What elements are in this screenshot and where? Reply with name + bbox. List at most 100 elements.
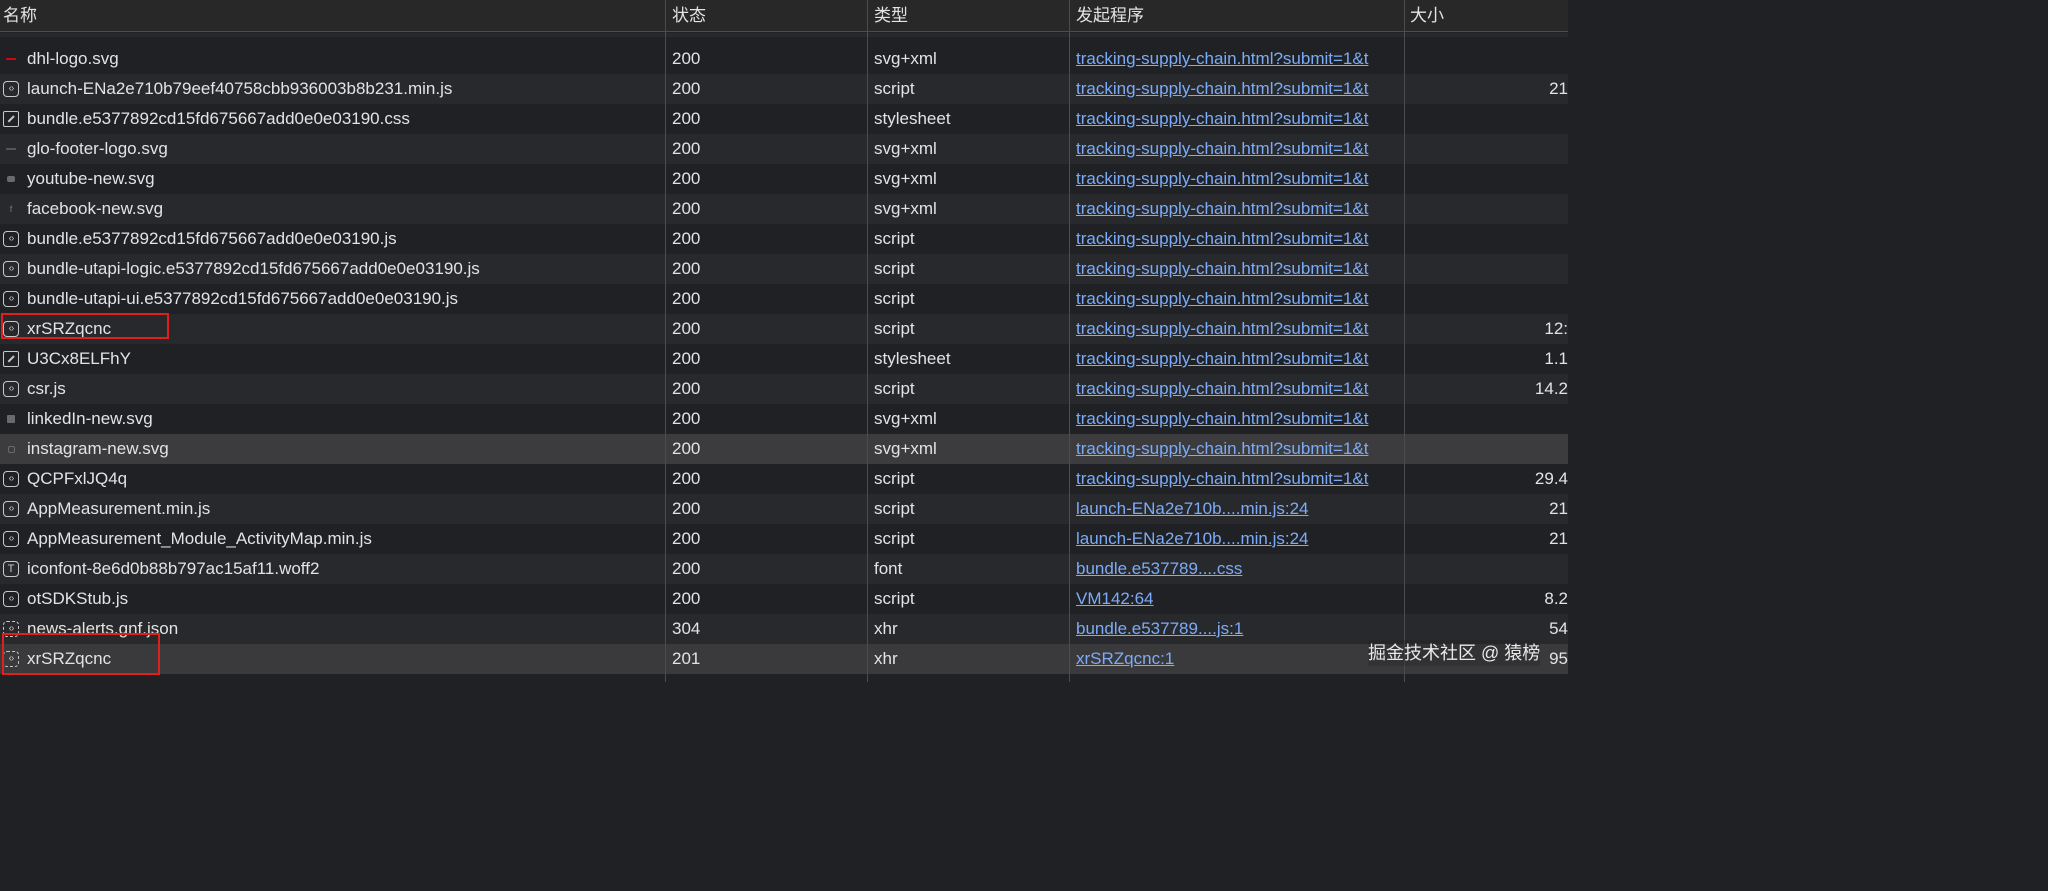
request-status: 304: [672, 619, 701, 638]
request-initiator-link[interactable]: launch-ENa2e710b....min.js:24: [1076, 529, 1308, 548]
request-size: 95: [1549, 649, 1568, 668]
request-initiator-link[interactable]: tracking-supply-chain.html?submit=1&t: [1076, 439, 1368, 458]
column-divider[interactable]: [1069, 0, 1070, 682]
request-status: 200: [672, 589, 701, 608]
request-initiator-link[interactable]: bundle.e537789....js:1: [1076, 619, 1243, 638]
partial-row-above: [0, 33, 1568, 37]
request-type: script: [874, 379, 915, 398]
request-initiator-link[interactable]: tracking-supply-chain.html?submit=1&t: [1076, 409, 1368, 428]
column-divider[interactable]: [1404, 0, 1405, 682]
request-type: xhr: [874, 619, 898, 638]
table-row[interactable]: xrSRZqcnc 200 script tracking-supply-chain.…: [0, 314, 1568, 344]
request-status: 200: [672, 229, 701, 248]
request-initiator-link[interactable]: tracking-supply-chain.html?submit=1&t: [1076, 379, 1368, 398]
request-initiator-link[interactable]: bundle.e537789....css: [1076, 559, 1242, 578]
request-type: script: [874, 259, 915, 278]
table-row[interactable]: facebook-new.svg 200 svg+xml tracking-suppl…: [0, 194, 1568, 224]
table-row[interactable]: youtube-new.svg 200 svg+xml tracking-supply…: [0, 164, 1568, 194]
request-initiator-link[interactable]: xrSRZqcnc:1: [1076, 649, 1174, 668]
table-row[interactable]: U3Cx8ELFhY 200 stylesheet tracking-supply-c…: [0, 344, 1568, 374]
request-name: youtube-new.svg: [27, 169, 155, 188]
request-name: otSDKStub.js: [27, 589, 129, 608]
table-row[interactable]: bundle-utapi-logic.e5377892cd15fd675667a…: [0, 254, 1568, 284]
table-row[interactable]: linkedIn-new.svg 200 svg+xml tracking-suppl…: [0, 404, 1568, 434]
request-initiator-link[interactable]: tracking-supply-chain.html?submit=1&t: [1076, 349, 1368, 368]
request-initiator-link[interactable]: VM142:64: [1076, 589, 1154, 608]
column-header-initiator[interactable]: 发起程序: [1073, 0, 1144, 32]
request-initiator-link[interactable]: tracking-supply-chain.html?submit=1&t: [1076, 199, 1368, 218]
request-status: 200: [672, 349, 701, 368]
table-row[interactable]: news-alerts.gnf.json 304 xhr bundle.e537789…: [0, 614, 1568, 644]
request-status: 200: [672, 409, 701, 428]
request-name: bundle-utapi-logic.e5377892cd15fd675667a…: [27, 259, 480, 278]
column-header-type[interactable]: 类型: [871, 0, 908, 32]
request-initiator-link[interactable]: tracking-supply-chain.html?submit=1&t: [1076, 469, 1368, 488]
request-initiator-link[interactable]: tracking-supply-chain.html?submit=1&t: [1076, 139, 1368, 158]
request-name: AppMeasurement_Module_ActivityMap.min.js: [27, 529, 372, 548]
table-row[interactable]: instagram-new.svg 200 svg+xml tracking-supp…: [0, 434, 1568, 464]
request-type: font: [874, 559, 903, 578]
table-row[interactable]: xrSRZqcnc 201 xhr xrSRZqcnc:1 95: [0, 644, 1568, 674]
column-header-name[interactable]: 名称: [0, 0, 37, 32]
request-type: stylesheet: [874, 349, 951, 368]
network-table-header: 名称 状态 类型 发起程序 大小: [0, 0, 1568, 32]
request-type: script: [874, 589, 915, 608]
table-row[interactable]: launch-ENa2e710b79eef40758cbb936003b8b23…: [0, 74, 1568, 104]
column-header-status[interactable]: 状态: [669, 0, 706, 32]
table-row[interactable]: bundle.e5377892cd15fd675667add0e0e03190.…: [0, 224, 1568, 254]
request-initiator-link[interactable]: tracking-supply-chain.html?submit=1&t: [1076, 109, 1368, 128]
request-type: svg+xml: [874, 439, 937, 458]
request-initiator-link[interactable]: launch-ENa2e710b....min.js:24: [1076, 499, 1308, 518]
request-status: 200: [672, 559, 701, 578]
request-size: 12:: [1544, 319, 1568, 338]
watermark: 掘金技术社区 @ 猿榜: [1368, 640, 1541, 666]
request-status: 200: [672, 259, 701, 278]
request-name: xrSRZqcnc: [27, 319, 112, 338]
table-row[interactable]: otSDKStub.js 200 script VM142:64 8.2: [0, 584, 1568, 614]
request-status: 200: [672, 139, 701, 158]
request-status: 200: [672, 499, 701, 518]
request-type: script: [874, 289, 915, 308]
request-status: 200: [672, 79, 701, 98]
request-initiator-link[interactable]: tracking-supply-chain.html?submit=1&t: [1076, 49, 1368, 68]
request-size: 8.2: [1544, 589, 1568, 608]
request-name: bundle.e5377892cd15fd675667add0e0e03190.…: [27, 109, 410, 128]
table-row[interactable]: QCPFxlJQ4q 200 script tracking-supply-chain…: [0, 464, 1568, 494]
request-initiator-link[interactable]: tracking-supply-chain.html?submit=1&t: [1076, 289, 1368, 308]
request-name: glo-footer-logo.svg: [27, 139, 168, 158]
request-initiator-link[interactable]: tracking-supply-chain.html?submit=1&t: [1076, 169, 1368, 188]
request-initiator-link[interactable]: tracking-supply-chain.html?submit=1&t: [1076, 229, 1368, 248]
request-name: launch-ENa2e710b79eef40758cbb936003b8b23…: [27, 79, 453, 98]
request-status: 200: [672, 529, 701, 548]
request-name: AppMeasurement.min.js: [27, 499, 211, 518]
request-status: 200: [672, 379, 701, 398]
table-row[interactable]: bundle.e5377892cd15fd675667add0e0e03190.…: [0, 104, 1568, 134]
table-row[interactable]: csr.js 200 script tracking-supply-chain.htm…: [0, 374, 1568, 404]
request-name: facebook-new.svg: [27, 199, 164, 218]
request-initiator-link[interactable]: tracking-supply-chain.html?submit=1&t: [1076, 259, 1368, 278]
request-type: xhr: [874, 649, 898, 668]
request-type: script: [874, 79, 915, 98]
request-type: script: [874, 529, 915, 548]
request-size: 14.2: [1534, 379, 1568, 398]
table-row[interactable]: iconfont-8e6d0b88b797ac15af11.woff2 200 fo…: [0, 554, 1568, 584]
table-row[interactable]: glo-footer-logo.svg 200 svg+xml tracking-su…: [0, 134, 1568, 164]
request-size: 29.4: [1534, 469, 1568, 488]
request-initiator-link[interactable]: tracking-supply-chain.html?submit=1&t: [1076, 79, 1368, 98]
column-divider[interactable]: [665, 0, 666, 682]
request-size: 1.1: [1544, 349, 1568, 368]
table-row[interactable]: dhl-logo.svg 200 svg+xml tracking-supply-ch…: [0, 44, 1568, 74]
request-initiator-link[interactable]: tracking-supply-chain.html?submit=1&t: [1076, 319, 1368, 338]
request-name: news-alerts.gnf.json: [27, 619, 179, 638]
request-type: script: [874, 229, 915, 248]
column-header-size[interactable]: 大小: [1407, 0, 1444, 32]
request-status: 200: [672, 319, 701, 338]
table-row[interactable]: AppMeasurement.min.js 200 script launch-ENa…: [0, 494, 1568, 524]
column-divider[interactable]: [867, 0, 868, 682]
request-type: svg+xml: [874, 139, 937, 158]
request-type: stylesheet: [874, 109, 951, 128]
request-status: 200: [672, 469, 701, 488]
table-row[interactable]: AppMeasurement_Module_ActivityMap.min.js…: [0, 524, 1568, 554]
table-row[interactable]: bundle-utapi-ui.e5377892cd15fd675667add0…: [0, 284, 1568, 314]
request-type: svg+xml: [874, 409, 937, 428]
